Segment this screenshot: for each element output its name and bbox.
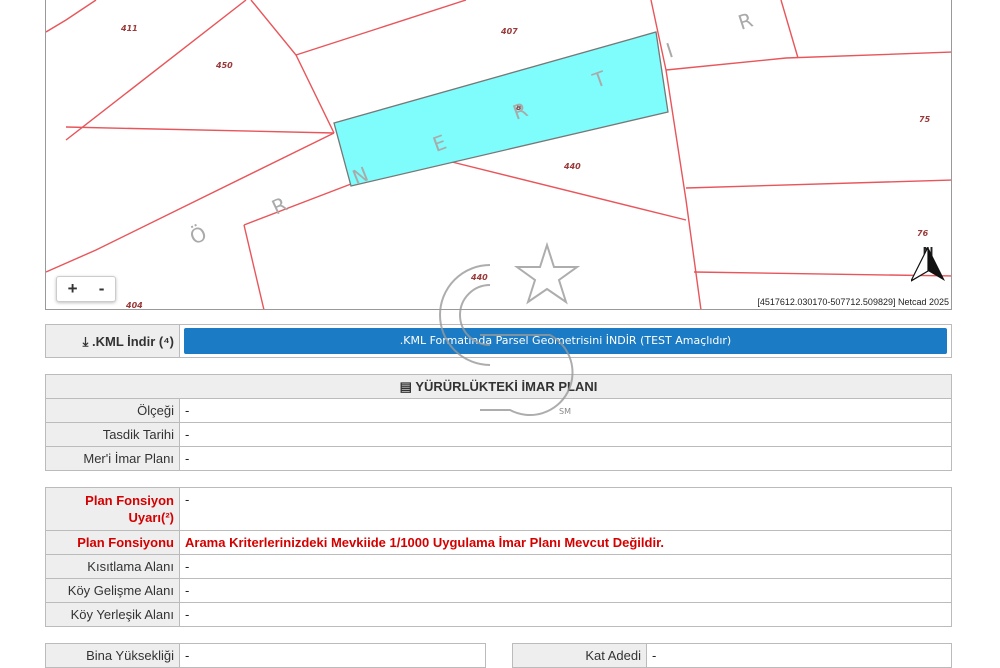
- table-row: Kısıtlama Alanı -: [45, 554, 952, 579]
- street-letter: I: [663, 38, 676, 63]
- parcel-line: [65, 126, 335, 134]
- parcel-label: 76: [917, 229, 929, 238]
- table-row: Köy Gelişme Alanı -: [45, 578, 952, 603]
- street-letter: Ö: [186, 221, 210, 249]
- plan-warning-value: -: [179, 487, 952, 531]
- row-label: Tasdik Tarihi: [45, 422, 180, 447]
- table-row: Mer'i İmar Planı -: [45, 446, 952, 471]
- table-row: Ölçeği -: [45, 398, 952, 423]
- kml-download-button[interactable]: .KML Formatında Parsel Geometrisini İNDİ…: [184, 328, 947, 354]
- imar-plan-title: YÜRÜRLÜKTEKİ İMAR PLANI: [415, 379, 598, 394]
- parcel-label: 440: [470, 273, 488, 282]
- parcel-line: [665, 51, 951, 71]
- floor-count-table: Kat Adedi -: [512, 643, 952, 668]
- table-row: Köy Yerleşik Alanı -: [45, 602, 952, 627]
- table-row: Tasdik Tarihi -: [45, 422, 952, 447]
- row-label: Ölçeği: [45, 398, 180, 423]
- row-label: Kısıtlama Alanı: [45, 554, 180, 579]
- kml-button-cell: .KML Formatında Parsel Geometrisini İNDİ…: [179, 324, 952, 358]
- plan-warning-label: Plan Fonsiyon Uyarı(²): [45, 487, 180, 531]
- zoom-control: + -: [56, 276, 116, 302]
- parcel-line: [250, 0, 335, 134]
- zoom-out-button[interactable]: -: [95, 279, 109, 299]
- plan-function-label: Plan Fonsiyonu: [45, 530, 180, 555]
- row-value: -: [179, 602, 952, 627]
- parcel-line: [46, 0, 97, 33]
- table-row: Plan Fonsiyonu Arama Kriterlerinizdeki M…: [45, 530, 952, 555]
- imar-plan-header: ▤ YÜRÜRLÜKTEKİ İMAR PLANI: [45, 374, 952, 399]
- row-value: -: [179, 398, 952, 423]
- document-icon: ▤: [399, 379, 412, 394]
- kml-table: ⤓ .KML İndir (⁴) .KML Formatında Parsel …: [45, 324, 952, 358]
- row-label: Mer'i İmar Planı: [45, 446, 180, 471]
- parcel-line: [65, 0, 247, 141]
- parcel-map[interactable]: 411 450 407 440 75 76 440 404 8 Ö R N E …: [45, 0, 952, 310]
- zoom-in-button[interactable]: +: [64, 279, 82, 299]
- download-icon: ⤓: [82, 333, 89, 349]
- table-row: Plan Fonsiyon Uyarı(²) -: [45, 487, 952, 531]
- plan-function-table: Plan Fonsiyon Uyarı(²) - Plan Fonsiyonu …: [45, 487, 952, 627]
- parcel-line: [295, 0, 467, 56]
- parcel-label: 407: [500, 27, 518, 36]
- parcel-label: 450: [215, 61, 233, 70]
- row-label: Köy Yerleşik Alanı: [45, 602, 180, 627]
- parcel-line: [243, 183, 352, 226]
- plan-function-value: Arama Kriterlerinizdeki Mevkiide 1/1000 …: [179, 530, 952, 555]
- parcel-label: 404: [125, 301, 143, 310]
- kml-label: .KML İndir (⁴): [91, 333, 174, 349]
- map-canvas: 411 450 407 440 75 76 440 404 8 Ö R N E …: [46, 0, 951, 310]
- north-arrow-icon: [911, 247, 945, 282]
- building-height-table: Bina Yüksekliği -: [45, 643, 486, 668]
- parcel-line: [243, 224, 265, 309]
- parcel-label: 411: [120, 24, 138, 33]
- row-value: -: [179, 422, 952, 447]
- row-value: -: [179, 554, 952, 579]
- parcel-label: 440: [563, 162, 581, 171]
- north-arrow: N: [911, 245, 945, 297]
- coordinate-readout: [4517612.030170-507712.509829] Netcad 20…: [757, 297, 949, 307]
- parcel-line: [46, 132, 335, 273]
- parcel-line: [685, 179, 951, 189]
- street-letter: R: [268, 192, 291, 220]
- kml-label-cell: ⤓ .KML İndir (⁴): [45, 324, 180, 358]
- row-value: -: [179, 578, 952, 603]
- street-letter: R: [735, 8, 756, 35]
- parcel-label: 75: [919, 115, 931, 124]
- row-label: Köy Gelişme Alanı: [45, 578, 180, 603]
- row-value: -: [179, 446, 952, 471]
- selected-parcel: [333, 31, 669, 187]
- imar-plan-table: ▤ YÜRÜRLÜKTEKİ İMAR PLANI Ölçeği - Tasdi…: [45, 374, 952, 471]
- parcel-line: [780, 0, 799, 59]
